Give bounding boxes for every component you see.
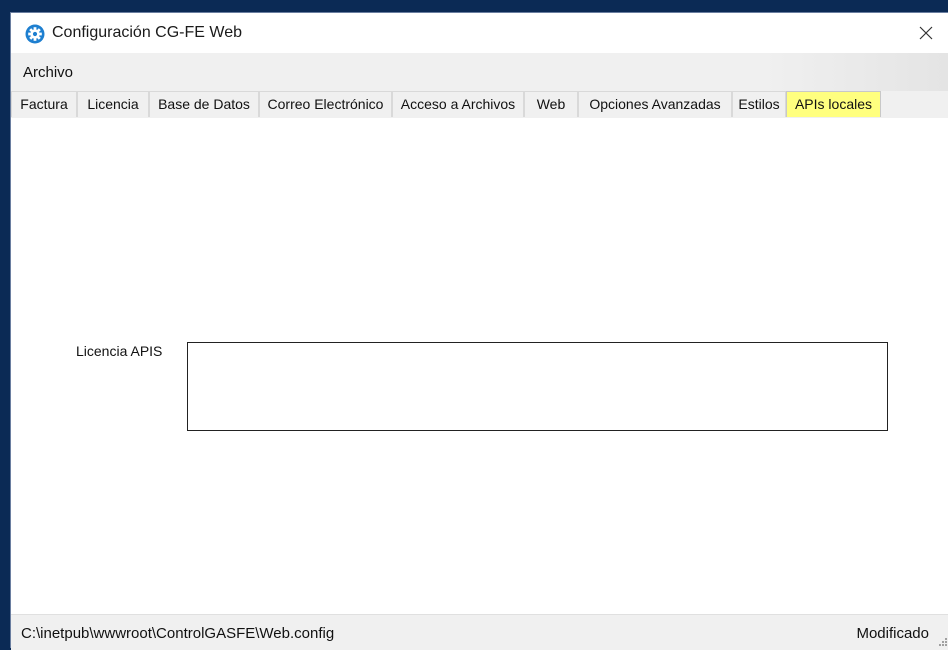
title-bar[interactable]: Configuración CG-FE Web [11, 13, 948, 53]
config-window: Configuración CG-FE Web Archivo Factura … [10, 12, 948, 650]
menu-archivo[interactable]: Archivo [23, 64, 73, 81]
close-icon [919, 26, 933, 40]
menu-bar: Archivo [11, 53, 948, 91]
tab-factura[interactable]: Factura [11, 91, 77, 117]
tab-acceso-a-archivos[interactable]: Acceso a Archivos [392, 91, 524, 117]
resize-grip-icon[interactable] [937, 636, 947, 646]
tab-licencia[interactable]: Licencia [77, 91, 149, 117]
licencia-apis-label: Licencia APIS [76, 343, 163, 359]
status-bar: C:\inetpub\wwwroot\ControlGASFE\Web.conf… [11, 614, 948, 650]
window-title: Configuración CG-FE Web [52, 24, 242, 41]
tab-apis-locales[interactable]: APIs locales [786, 91, 881, 117]
licencia-apis-input[interactable] [187, 342, 888, 431]
tab-strip: Factura Licencia Base de Datos Correo El… [11, 91, 948, 119]
config-file-path: C:\inetpub\wwwroot\ControlGASFE\Web.conf… [21, 625, 335, 642]
tab-opciones-avanzadas[interactable]: Opciones Avanzadas [578, 91, 732, 117]
tab-estilos[interactable]: Estilos [732, 91, 786, 117]
tab-panel-apis-locales: Licencia APIS [11, 118, 948, 614]
status-modified: Modificado [856, 625, 929, 642]
gear-icon [25, 24, 45, 44]
tab-correo-electronico[interactable]: Correo Electrónico [259, 91, 392, 117]
tab-base-de-datos[interactable]: Base de Datos [149, 91, 259, 117]
tab-web[interactable]: Web [524, 91, 578, 117]
close-button[interactable] [903, 13, 948, 53]
